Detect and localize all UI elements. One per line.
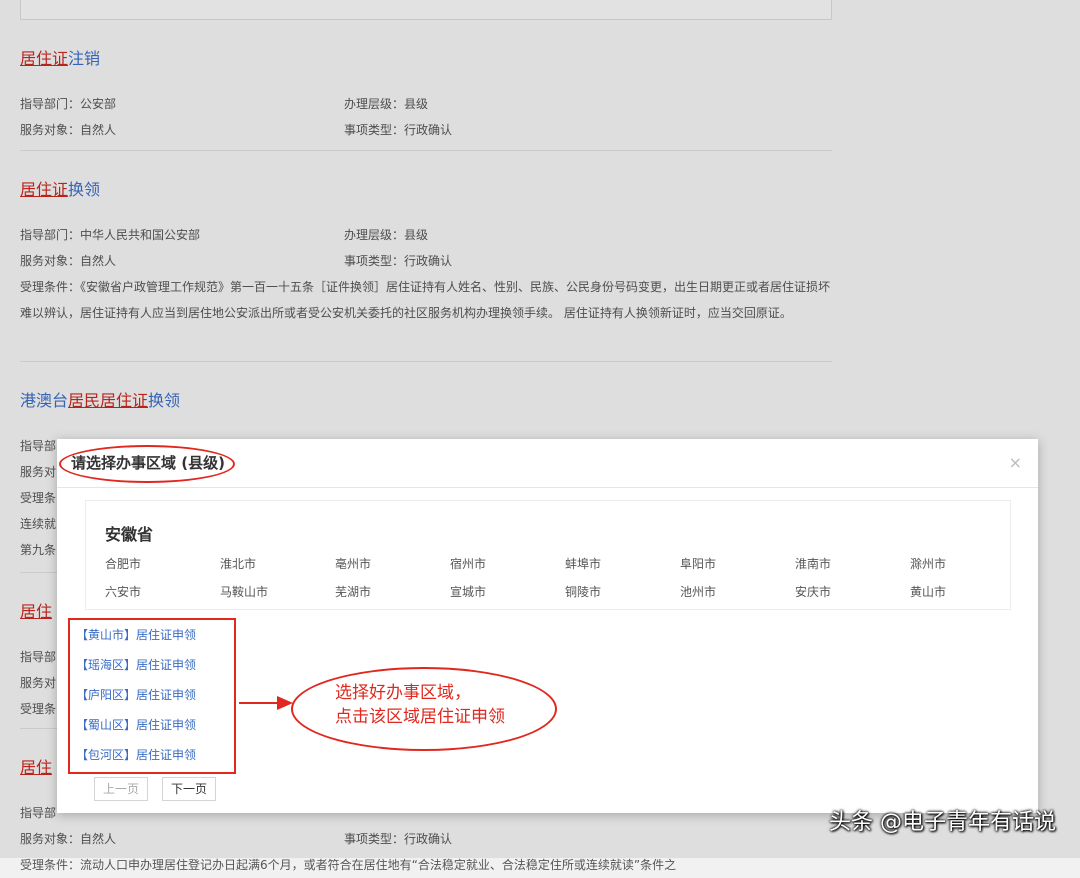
city-link[interactable]: 宿州市: [450, 555, 486, 572]
callout-line: 点击该区域居住证申领: [335, 707, 505, 727]
city-link[interactable]: 池州市: [680, 583, 716, 600]
city-link[interactable]: 蚌埠市: [565, 555, 601, 572]
city-link[interactable]: 六安市: [105, 583, 141, 600]
result-list: 【黄山市】居住证申领 【瑶海区】居住证申领 【庐阳区】居住证申领 【蜀山区】居住…: [68, 618, 236, 774]
city-link[interactable]: 马鞍山市: [220, 583, 268, 600]
result-link[interactable]: 【黄山市】居住证申领: [76, 626, 196, 643]
dialog-header: 请选择办事区域 (县级) ×: [57, 439, 1038, 488]
close-icon[interactable]: ×: [1009, 453, 1022, 472]
result-link[interactable]: 【蜀山区】居住证申领: [76, 716, 196, 733]
watermark: 头条 @电子青年有话说: [829, 810, 1056, 835]
city-link[interactable]: 黄山市: [910, 583, 946, 600]
city-link[interactable]: 合肥市: [105, 555, 141, 572]
city-link[interactable]: 芜湖市: [335, 583, 371, 600]
result-link[interactable]: 【庐阳区】居住证申领: [76, 686, 196, 703]
city-link[interactable]: 铜陵市: [565, 583, 601, 600]
prev-page-button[interactable]: 上一页: [94, 777, 148, 801]
result-link[interactable]: 【瑶海区】居住证申领: [76, 656, 196, 673]
dialog-title: 请选择办事区域 (县级): [71, 454, 225, 472]
region-panel: 安徽省 合肥市 淮北市 亳州市 宿州市 蚌埠市 阜阳市 淮南市 滁州市 六安市 …: [85, 500, 1011, 610]
city-link[interactable]: 淮北市: [220, 555, 256, 572]
annotation-callout: 选择好办事区域， 点击该区域居住证申领: [291, 667, 557, 751]
city-link[interactable]: 淮南市: [795, 555, 831, 572]
city-link[interactable]: 滁州市: [910, 555, 946, 572]
city-link[interactable]: 安庆市: [795, 583, 831, 600]
city-link[interactable]: 亳州市: [335, 555, 371, 572]
region-select-dialog: 请选择办事区域 (县级) × 安徽省 合肥市 淮北市 亳州市 宿州市 蚌埠市 阜…: [57, 439, 1038, 813]
arrow-right-icon: [239, 696, 293, 710]
condition-text: 受理条件：流动人口申办理居住登记办日起满6个月，或者符合在居住地有“合法稳定就业…: [20, 858, 677, 872]
province-label: 安徽省: [105, 525, 154, 544]
next-page-button[interactable]: 下一页: [162, 777, 216, 801]
city-link[interactable]: 宣城市: [450, 583, 486, 600]
result-link[interactable]: 【包河区】居住证申领: [76, 746, 196, 763]
callout-line: 选择好办事区域，: [335, 683, 471, 703]
city-link[interactable]: 阜阳市: [680, 555, 716, 572]
